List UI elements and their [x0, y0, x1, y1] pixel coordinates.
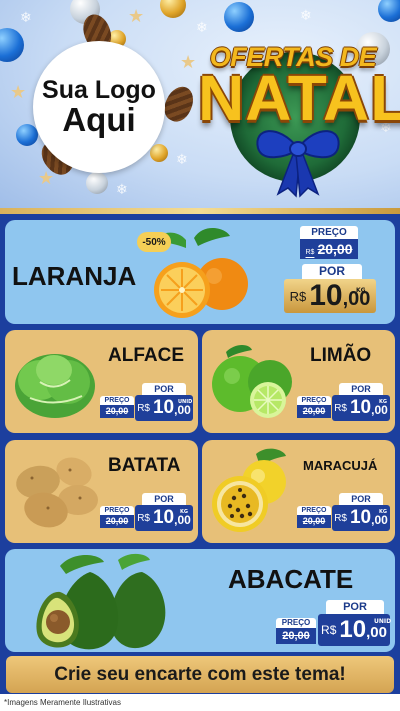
product-name-batata: BATATA	[108, 455, 181, 476]
price-integer: 10	[152, 507, 175, 528]
snowflake-icon: ❄	[20, 10, 32, 26]
snowflake-icon: ❄	[300, 8, 312, 24]
blue-ornament-icon	[224, 2, 254, 32]
currency-label: R$	[289, 288, 307, 304]
product-name-laranja: LARANJA	[12, 261, 137, 291]
por-label: POR	[326, 600, 384, 614]
por-label: POR	[339, 383, 383, 395]
lime-icon	[212, 345, 292, 418]
gold-ornament-icon	[160, 0, 186, 18]
por-label: POR	[339, 493, 383, 505]
por-label: POR	[142, 383, 186, 395]
cta-banner: Crie seu encarte com este tema!	[6, 656, 394, 693]
preco-label: PREÇO	[100, 506, 134, 515]
logo-line-1: Sua Logo	[42, 75, 156, 104]
snowflake-icon: ❄	[196, 20, 208, 36]
unit-label: KG	[379, 509, 387, 515]
unit-label: UNID	[374, 618, 392, 625]
old-price-laranja: R$ 20,00	[300, 239, 358, 259]
preco-label: PREÇO	[297, 506, 331, 515]
currency-label: R$	[137, 402, 150, 414]
passion-fruit-icon	[212, 448, 286, 532]
ribbon-bow-icon	[256, 130, 340, 198]
old-price-value: 20,00	[302, 516, 326, 526]
por-label: POR	[302, 264, 362, 279]
price-integer: 10	[309, 279, 343, 312]
currency-label: R$	[305, 249, 315, 256]
new-price-laranja: R$ 10 ,00	[284, 279, 376, 313]
blue-ornament-icon	[378, 0, 400, 22]
star-icon: ★	[10, 82, 27, 103]
disclaimer-text: *Imagens Meramente Ilustrativas	[4, 698, 121, 707]
old-price-batata: 20,00	[100, 515, 134, 528]
preco-label: PREÇO	[297, 396, 331, 405]
store-logo-placeholder: Sua Logo Aqui	[33, 41, 165, 173]
preco-label: PREÇO	[300, 226, 358, 239]
header-banner: ★ ★ ★ ★ ❄ ❄ ❄ ❄ ❄ ❄ Sua Logo Aqui OFERTA…	[0, 0, 400, 212]
lettuce-icon	[15, 354, 95, 418]
currency-label: R$	[321, 623, 337, 637]
old-price-value: 20,00	[302, 406, 326, 416]
star-icon: ★	[180, 52, 197, 73]
old-price-maracuja: 20,00	[297, 515, 331, 528]
old-price-value: 20,00	[105, 406, 129, 416]
price-decimal: ,00	[371, 403, 388, 417]
avocado-icon	[36, 553, 166, 650]
cta-text: Crie seu encarte com este tema!	[54, 663, 346, 685]
product-name-maracuja: MARACUJÁ	[303, 458, 378, 473]
preco-label: PREÇO	[276, 618, 316, 628]
blue-ornament-icon	[0, 28, 24, 62]
old-price-value: 20,00	[105, 516, 129, 526]
star-icon: ★	[128, 6, 145, 27]
preco-label: PREÇO	[100, 396, 134, 405]
price-integer: 10	[349, 397, 372, 418]
product-name-alface: ALFACE	[108, 345, 184, 366]
old-price-value: 20,00	[317, 241, 353, 257]
old-price-alface: 20,00	[100, 405, 134, 418]
currency-label: R$	[334, 512, 347, 524]
price-decimal: ,00	[174, 403, 191, 417]
potato-icon	[16, 457, 98, 528]
currency-label: R$	[334, 402, 347, 414]
product-name-limao: LIMÃO	[310, 345, 372, 366]
price-integer: 10	[152, 397, 175, 418]
old-price-limao: 20,00	[297, 405, 331, 418]
price-decimal: ,00	[366, 624, 387, 641]
snowflake-icon: ❄	[176, 152, 188, 168]
star-icon: ★	[38, 168, 55, 189]
por-label: POR	[142, 493, 186, 505]
price-decimal: ,00	[174, 513, 191, 527]
discount-badge: -50%	[137, 232, 171, 252]
unit-label: KG	[356, 287, 366, 294]
logo-line-2: Aqui	[62, 100, 136, 138]
gold-ornament-icon	[150, 144, 168, 162]
price-decimal: ,00	[371, 513, 388, 527]
pinecone-icon	[159, 82, 199, 126]
product-name-abacate: ABACATE	[228, 564, 354, 594]
silver-ornament-icon	[86, 172, 108, 194]
old-price-abacate: 20,00	[276, 628, 316, 644]
price-integer: 10	[349, 507, 372, 528]
price-integer: 10	[339, 616, 367, 643]
snowflake-icon: ❄	[116, 182, 128, 198]
currency-label: R$	[137, 512, 150, 524]
unit-label: KG	[180, 509, 188, 515]
old-price-value: 20,00	[282, 630, 310, 642]
unit-label: KG	[379, 399, 387, 405]
unit-label: UNID	[178, 399, 193, 405]
header-divider	[0, 208, 400, 214]
blue-ornament-icon	[16, 124, 38, 146]
